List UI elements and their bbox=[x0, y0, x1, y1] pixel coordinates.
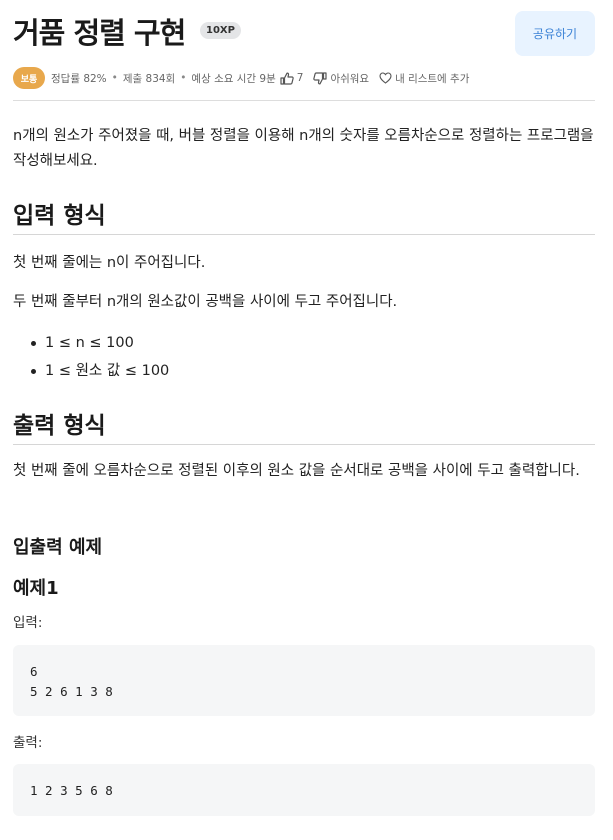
accuracy-text: 정답률 82% bbox=[51, 72, 107, 85]
like-count: 7 bbox=[296, 72, 304, 84]
problem-title: 거품 정렬 구현 bbox=[13, 16, 186, 50]
submissions-text: 제출 834회 bbox=[122, 72, 176, 85]
example-input-label: 입력: bbox=[13, 615, 43, 631]
list-item: 1 ≤ 원소 값 ≤ 100 bbox=[30, 357, 169, 385]
separator-dot: • bbox=[111, 72, 118, 84]
examples-heading: 입출력 예제 bbox=[13, 537, 103, 558]
constraint-list: 1 ≤ n ≤ 100 1 ≤ 원소 값 ≤ 100 bbox=[30, 329, 169, 385]
thumbs-up-icon bbox=[280, 72, 294, 85]
level-badge: 보통 bbox=[13, 67, 45, 89]
header-divider bbox=[13, 100, 595, 101]
input-format-line2: 두 번째 줄부터 n개의 원소값이 공백을 사이에 두고 주어집니다. bbox=[13, 294, 398, 310]
add-to-list-label: 내 리스트에 추가 bbox=[395, 72, 470, 85]
dislike-label: 아쉬워요 bbox=[330, 72, 370, 85]
example-input-block: 6 5 2 6 1 3 8 bbox=[13, 645, 595, 716]
section-divider bbox=[13, 234, 595, 235]
dislike-button[interactable]: 아쉬워요 bbox=[309, 71, 369, 86]
example-output-block: 1 2 3 5 6 8 bbox=[13, 764, 595, 816]
example-output-label: 출력: bbox=[13, 735, 43, 751]
heart-icon bbox=[379, 72, 392, 84]
output-format-line1: 첫 번째 줄에 오름차순으로 정렬된 이후의 원소 값을 순서대로 공백을 사이… bbox=[13, 463, 580, 479]
section-divider bbox=[13, 444, 595, 445]
xp-badge: 10XP bbox=[200, 22, 241, 39]
thumbs-down-icon bbox=[313, 71, 328, 85]
share-button[interactable]: 공유하기 bbox=[515, 11, 595, 56]
meta-row: 보통 정답률 82% • 제출 834회 • 예상 소요 시간 9분 7 아쉬워… bbox=[13, 67, 469, 89]
add-to-list-button[interactable]: 내 리스트에 추가 bbox=[375, 71, 469, 86]
output-format-heading: 출력 형식 bbox=[13, 413, 106, 439]
estimated-time-text: 예상 소요 시간 9분 bbox=[191, 72, 276, 85]
input-format-line1: 첫 번째 줄에는 n이 주어집니다. bbox=[13, 255, 206, 271]
like-button[interactable]: 7 bbox=[276, 72, 304, 85]
problem-description: n개의 원소가 주어졌을 때, 버블 정렬을 이용해 n개의 숫자를 오름차순으… bbox=[13, 128, 594, 169]
list-item: 1 ≤ n ≤ 100 bbox=[30, 329, 169, 357]
example1-title: 예제1 bbox=[13, 578, 59, 599]
separator-dot: • bbox=[180, 72, 187, 84]
input-format-heading: 입력 형식 bbox=[13, 203, 106, 229]
